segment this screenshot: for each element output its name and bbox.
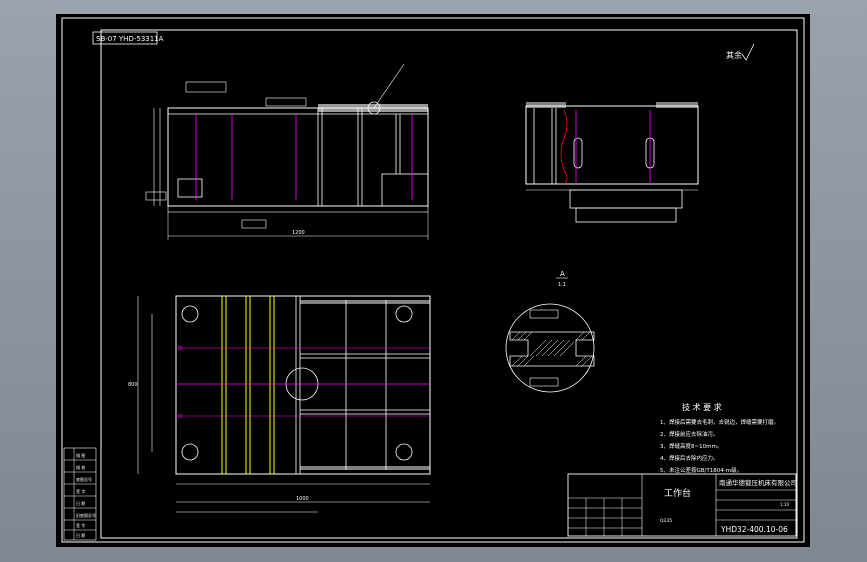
section-ratio: 1:1 (558, 282, 566, 288)
left-revision-table: 描 图 描 校 底图总号 签 字 日 期 旧底图总号 签 字 日 期 (63, 447, 97, 541)
tech-req-item: 4、焊接后去除内应力。 (660, 454, 719, 462)
tech-requirements: 技 术 要 求 1、焊接后需要去毛刺，去锐边，焊缝需要打磨。 2、焊接前应去除油… (660, 402, 779, 474)
drawing-number: YHD32-400.10-06 (720, 525, 788, 534)
table-cell: 日 期 (76, 500, 85, 506)
tech-req-item: 5、未注公差按GB/T1804-m级。 (660, 466, 742, 474)
drawing-sheet: SB-07 YHD-53311A 其余 1200 1000 800 A 1:1 … (56, 14, 810, 547)
section-label: A (560, 270, 565, 278)
part-name: 工作台 (664, 487, 691, 499)
tech-req-item: 2、焊接前应去除油污。 (660, 430, 719, 438)
dim-plan-width: 1000 (296, 496, 309, 502)
front-view: 1200 (145, 63, 429, 240)
table-cell: 旧底图总号 (76, 512, 96, 518)
dim-plan-height: 800 (128, 382, 138, 388)
drawing-canvas: SB-07 YHD-53311A 其余 1200 1000 800 A 1:1 … (61, 17, 805, 543)
table-cell: 签 字 (76, 488, 85, 494)
table-cell: 描 校 (76, 464, 85, 470)
side-view (525, 102, 699, 223)
section-detail: A 1:1 (505, 270, 595, 393)
tech-req-item: 1、焊接后需要去毛刺，去锐边，焊缝需要打磨。 (660, 418, 779, 426)
plan-view: 1000 800 (128, 295, 431, 513)
table-cell: 日 期 (76, 532, 85, 538)
company-name: 南通华德锻压机床有限公司 (719, 478, 797, 487)
material: Q235 (660, 518, 672, 524)
title-block: 工作台 Q235 南通华德锻压机床有限公司 1:10 YHD32-400.10-… (567, 473, 797, 537)
scale: 1:10 (780, 502, 789, 507)
code-stamp: SB-07 YHD-53311A (96, 35, 164, 43)
roughness-note: 其余 (726, 50, 742, 60)
cad-viewport: SB-07 YHD-53311A 其余 1200 1000 800 A 1:1 … (0, 0, 867, 562)
outer-border (61, 17, 805, 543)
table-cell: 底图总号 (76, 476, 92, 482)
roughness-symbol (741, 43, 755, 61)
tech-req-item: 3、焊缝高度8~10mm。 (660, 442, 722, 450)
tech-req-title: 技 术 要 求 (682, 402, 722, 412)
table-cell: 描 图 (76, 452, 85, 458)
table-cell: 签 字 (76, 522, 85, 528)
dim-top-width: 1200 (292, 230, 305, 236)
